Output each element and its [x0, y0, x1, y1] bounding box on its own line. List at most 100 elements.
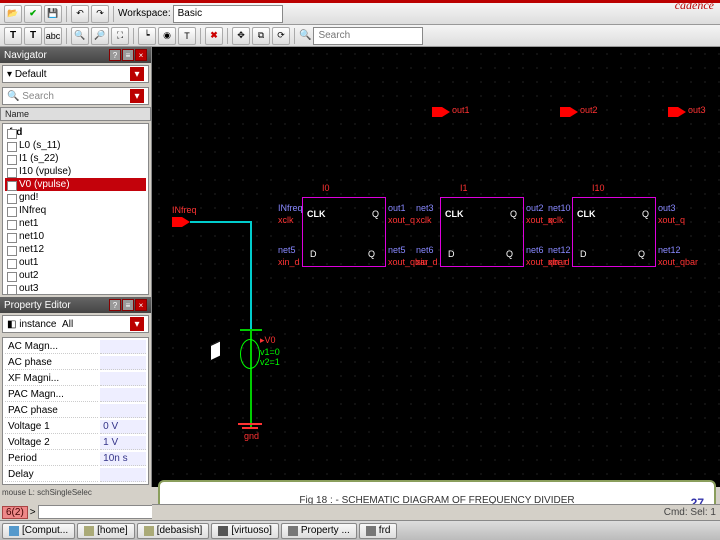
net-label: out2 — [526, 203, 544, 213]
wire-icon[interactable]: ┕ — [138, 27, 156, 45]
tree-item[interactable]: out1 — [5, 256, 146, 269]
folder-icon — [144, 526, 154, 536]
terminal-icon — [218, 526, 228, 536]
tree-item[interactable]: net1 — [5, 217, 146, 230]
zoomout-icon[interactable]: 🔎 — [91, 27, 109, 45]
pin-label: out3 — [688, 105, 706, 115]
redo-icon[interactable]: ↷ — [91, 5, 109, 23]
mouse-status: mouse L: schSingleSelec — [2, 488, 92, 497]
text-icon[interactable]: T — [4, 27, 22, 45]
net-label: xclk — [416, 215, 432, 225]
task-item[interactable]: Property ... — [281, 523, 357, 539]
tree-item[interactable]: L0 (s_11) — [5, 139, 146, 152]
zoomin-icon[interactable]: 🔍 — [71, 27, 89, 45]
pin-icon[interactable]: ◉ — [158, 27, 176, 45]
net-label: net12 — [658, 245, 681, 255]
command-line[interactable]: mouse L: schSingleSelec — [0, 484, 152, 500]
navigator-tree[interactable]: frd L0 (s_11) I1 (s_22) I10 (vpulse) V0 … — [2, 123, 149, 295]
task-item[interactable]: [home] — [77, 523, 135, 539]
workspace-label: Workspace: — [118, 8, 171, 19]
tree-item[interactable]: net12 — [5, 243, 146, 256]
prop-row: Voltage 21 V — [5, 436, 146, 450]
search-input[interactable] — [313, 27, 423, 45]
tree-item[interactable]: INfreq — [5, 204, 146, 217]
task-item[interactable]: [virtuoso] — [211, 523, 279, 539]
tree-item[interactable]: I10 (vpulse) — [5, 165, 146, 178]
folder-icon — [84, 526, 94, 536]
text2-icon[interactable]: T — [24, 27, 42, 45]
port-label: CLK — [577, 209, 596, 219]
panel-close-icon[interactable]: × — [135, 49, 147, 61]
tree-item[interactable]: gnd! — [5, 191, 146, 204]
net-label: xin_d — [278, 257, 300, 267]
workspace-select[interactable] — [173, 5, 283, 23]
tree-item[interactable]: net10 — [5, 230, 146, 243]
port-label: Q — [506, 249, 513, 259]
port-label: D — [310, 249, 317, 259]
nav-search[interactable]: 🔍 Search ▾ — [2, 87, 149, 105]
delete-icon[interactable]: ✖ — [205, 27, 223, 45]
filter-combo[interactable]: ▾ Default ▾ — [2, 65, 149, 83]
port-label: Q — [510, 209, 517, 219]
net-label: net5 — [388, 245, 406, 255]
panel-opts-icon[interactable]: ≡ — [122, 49, 134, 61]
prop-row: PAC phase — [5, 404, 146, 418]
fit-icon[interactable]: ⛶ — [111, 27, 129, 45]
net-label: net6 — [416, 245, 434, 255]
panel-close-icon[interactable]: × — [135, 299, 147, 311]
panel-help-icon[interactable]: ? — [109, 299, 121, 311]
check-icon[interactable]: ✔ — [24, 5, 42, 23]
schematic-canvas[interactable]: out1 out2 out3 INfreq ▸V0 v1=0 v2=1 gnd … — [152, 47, 720, 487]
panel-help-icon[interactable]: ? — [109, 49, 121, 61]
output-pin-icon — [560, 107, 570, 117]
port-label: D — [448, 249, 455, 259]
tree-item-selected[interactable]: V0 (vpulse) — [5, 178, 146, 191]
chevron-down-icon[interactable]: ▾ — [130, 317, 144, 331]
app-icon — [9, 526, 19, 536]
port-label: D — [580, 249, 587, 259]
sidebar: Navigator ?≡× ▾ Default ▾ 🔍 Search ▾ Nam… — [0, 47, 152, 487]
prompt-arrow-icon: > — [30, 507, 36, 518]
net-label: out3 — [658, 203, 676, 213]
prop-row: PAC Magn... — [5, 388, 146, 402]
prop-row: Delay — [5, 468, 146, 482]
label-icon[interactable]: T — [178, 27, 196, 45]
panel-opts-icon[interactable]: ≡ — [122, 299, 134, 311]
task-item[interactable]: [Comput... — [2, 523, 75, 539]
abc-icon[interactable]: abc — [44, 27, 62, 45]
move-icon[interactable]: ✥ — [232, 27, 250, 45]
inst-label: I1 — [460, 183, 468, 193]
tree-item[interactable]: I1 (s_22) — [5, 152, 146, 165]
copy-icon[interactable]: ⧉ — [252, 27, 270, 45]
property-table[interactable]: AC Magn... AC phase XF Magni... PAC Magn… — [2, 337, 149, 485]
net-label: xout_q — [658, 215, 685, 225]
chevron-down-icon[interactable]: ▾ — [130, 89, 144, 103]
open-icon[interactable]: 📂 — [4, 5, 22, 23]
net-label: net6 — [526, 245, 544, 255]
port-label: Q — [642, 209, 649, 219]
prop-scope[interactable]: ◧ instance All ▾ — [2, 315, 149, 333]
output-pin-icon — [678, 107, 686, 117]
branding: cādence — [675, 0, 714, 13]
pin-label: INfreq — [172, 205, 197, 215]
command-line[interactable]: 6(2) > — [0, 504, 152, 520]
status-right: Cmd: Sel: 1 — [664, 507, 716, 518]
net-label: net10 — [548, 203, 571, 213]
chevron-down-icon[interactable]: ▾ — [130, 67, 144, 81]
net-label: net5 — [278, 245, 296, 255]
undo-icon[interactable]: ↶ — [71, 5, 89, 23]
tree-root[interactable]: frd — [5, 126, 146, 139]
output-pin-icon — [442, 107, 450, 117]
save-icon[interactable]: 💾 — [44, 5, 62, 23]
rotate-icon[interactable]: ⟳ — [272, 27, 290, 45]
output-pin-icon — [668, 107, 678, 117]
net-label: out1 — [388, 203, 406, 213]
task-item[interactable]: frd — [359, 523, 398, 539]
tree-item[interactable]: out3 — [5, 282, 146, 295]
port-label: Q — [638, 249, 645, 259]
prop-row: AC Magn... — [5, 340, 146, 354]
task-item[interactable]: [debasish] — [137, 523, 210, 539]
net-label: xin_d — [548, 257, 570, 267]
pin-label: out1 — [452, 105, 470, 115]
tree-item[interactable]: out2 — [5, 269, 146, 282]
